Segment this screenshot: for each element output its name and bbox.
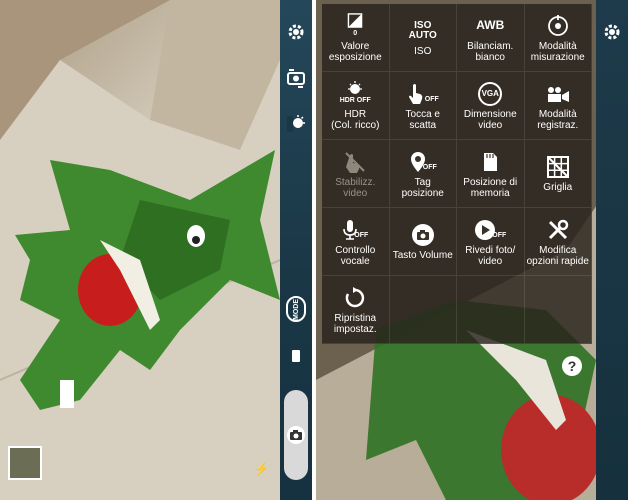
mode-button-label: MODE: [292, 298, 300, 320]
menu-item-label: Posizione di memoria: [463, 176, 518, 199]
exposure-icon: 0: [347, 12, 363, 39]
reset-icon: [344, 285, 366, 311]
menu-item-label: Tasto Volume: [392, 250, 453, 261]
menu-item-label: Modalità registraz.: [537, 108, 579, 131]
right-camera-sidebar: [596, 0, 628, 500]
menu-item-hdr[interactable]: HDR OFF HDR (Col. ricco): [322, 72, 390, 140]
menu-item-video-stabilization[interactable]: Stabilizz. video: [322, 140, 390, 208]
help-label: ?: [567, 358, 577, 374]
menu-item-video-size[interactable]: VGA Dimensione video: [457, 72, 525, 140]
menu-item-grid[interactable]: Griglia: [524, 140, 592, 208]
shutter-button[interactable]: [284, 390, 308, 480]
menu-item-label: HDR (Col. ricco): [331, 108, 380, 131]
menu-item-label: Tag posizione: [401, 176, 444, 199]
iso-icon: ISO AUTO: [409, 18, 437, 44]
menu-item-white-balance[interactable]: AWB Bilanciam. bianco: [457, 4, 525, 72]
memory-location-icon: [482, 149, 498, 175]
menu-item-label: Rivedi foto/ video: [465, 244, 516, 267]
menu-item-edit-shortcuts[interactable]: Modifica opzioni rapide: [524, 208, 592, 276]
grid-icon: [546, 154, 569, 180]
menu-item-recording-mode[interactable]: Modalità registraz.: [524, 72, 592, 140]
touch-shot-icon: OFF: [407, 81, 439, 107]
menu-item-review[interactable]: OFF Rivedi foto/ video: [457, 208, 525, 276]
flash-badge: ⚡: [254, 462, 269, 476]
mode-button[interactable]: MODE: [286, 296, 306, 322]
video-record-icon[interactable]: [284, 344, 308, 368]
menu-item-label: Modifica opzioni rapide: [526, 244, 589, 267]
menu-item-label: Tocca e scatta: [405, 108, 440, 131]
gallery-thumbnail[interactable]: [8, 446, 42, 480]
menu-item-voice-control[interactable]: OFF Controllo vocale: [322, 208, 390, 276]
viewfinder-scene: [0, 0, 280, 500]
menu-item-label: Valore esposizione: [328, 40, 382, 63]
voice-control-value: OFF: [354, 232, 369, 239]
hdr-value: HDR OFF: [339, 97, 371, 104]
menu-item-volume-key[interactable]: Tasto Volume: [389, 208, 457, 276]
menu-item-label: Stabilizz. video: [335, 176, 376, 199]
menu-item-location-tag[interactable]: OFF Tag posizione: [389, 140, 457, 208]
menu-item-memory-location[interactable]: Posizione di memoria: [457, 140, 525, 208]
menu-empty-cell: [524, 276, 592, 344]
review-icon: OFF: [474, 217, 506, 243]
location-tag-value: OFF: [422, 164, 437, 171]
review-value: OFF: [492, 232, 507, 239]
help-button[interactable]: ?: [562, 356, 582, 376]
exposure-value: 0: [353, 29, 358, 37]
awb-icon: AWB: [476, 13, 504, 39]
menu-item-label: ISO: [414, 46, 432, 57]
voice-control-icon: OFF: [342, 217, 368, 243]
menu-item-label: Dimensione video: [463, 108, 517, 131]
menu-item-label: Ripristina impostaz.: [333, 312, 377, 335]
menu-item-metering[interactable]: Modalità misurazione: [524, 4, 592, 72]
touch-shot-value: OFF: [424, 96, 439, 103]
recording-mode-icon: [546, 81, 570, 107]
settings-gear-icon[interactable]: [600, 20, 624, 44]
hdr-icon: HDR OFF: [340, 81, 371, 107]
iso-value: ISO AUTO: [408, 20, 437, 41]
metering-icon: [547, 13, 569, 39]
edit-shortcuts-icon: [547, 217, 569, 243]
video-size-value: VGA: [478, 81, 503, 106]
menu-item-exposure[interactable]: 0 Valore esposizione: [322, 4, 390, 72]
menu-item-label: Bilanciam. bianco: [467, 40, 514, 63]
volume-key-icon: [411, 222, 435, 248]
menu-item-label: Controllo vocale: [335, 244, 376, 267]
left-camera-viewfinder[interactable]: [0, 0, 280, 500]
awb-value: AWB: [476, 18, 505, 32]
location-tag-icon: OFF: [409, 149, 437, 175]
menu-empty-cell: [389, 276, 457, 344]
hdr-off-icon[interactable]: [284, 112, 308, 136]
video-stabilization-icon: [344, 149, 366, 175]
quick-settings-menu: 0 Valore esposizione ISO AUTO ISO AWB Bi…: [322, 4, 592, 344]
menu-item-label: Griglia: [543, 182, 573, 193]
menu-item-touch-shot[interactable]: OFF Tocca e scatta: [389, 72, 457, 140]
flash-auto-icon[interactable]: ⚡: [254, 462, 272, 484]
switch-camera-icon[interactable]: [284, 66, 308, 90]
menu-empty-cell: [457, 276, 525, 344]
camera-icon: [287, 426, 305, 444]
settings-gear-icon[interactable]: [284, 20, 308, 44]
menu-item-label: Modalità misurazione: [530, 40, 585, 63]
menu-item-reset[interactable]: Ripristina impostaz.: [322, 276, 390, 344]
video-size-icon: VGA: [478, 81, 503, 107]
menu-item-iso[interactable]: ISO AUTO ISO: [389, 4, 457, 72]
